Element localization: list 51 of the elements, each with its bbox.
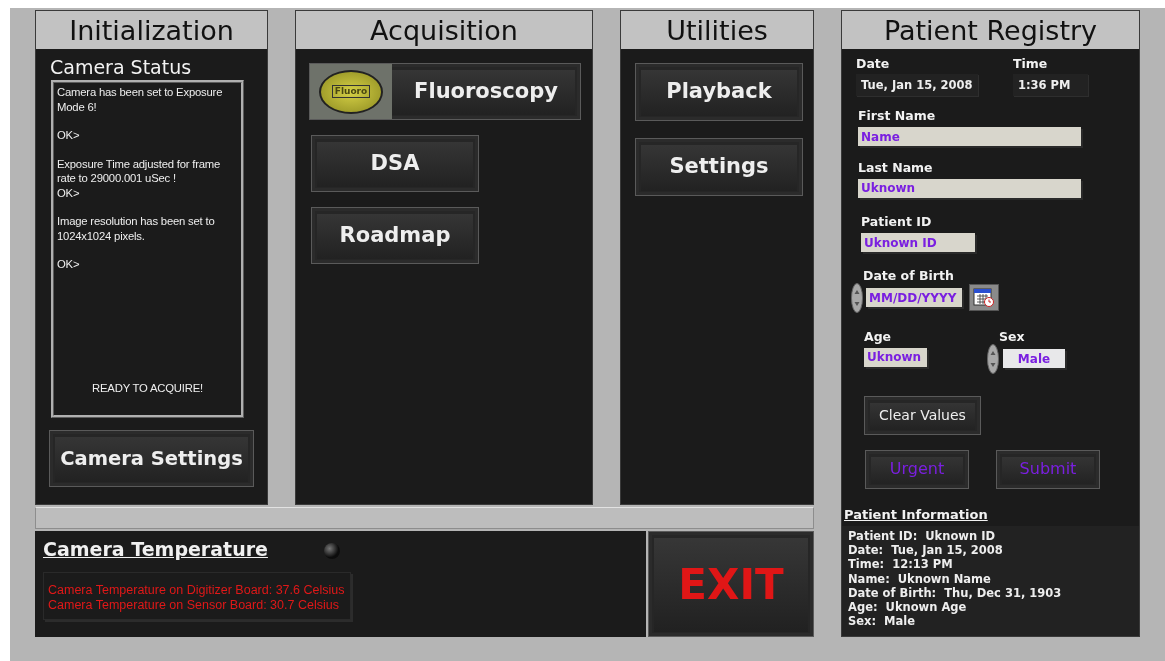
utility-button[interactable]: Playback <box>635 63 803 121</box>
field-label: Age <box>864 328 893 344</box>
info-line: Date of Birth: Thu, Dec 31, 1903 <box>848 585 1063 600</box>
spinner-button[interactable] <box>987 343 999 374</box>
date-display: Tue, Jan 15, 2008 <box>856 74 978 96</box>
log-line: Camera has been set to Exposure Mode 6! <box>57 85 224 114</box>
text-field[interactable]: Name <box>858 127 1081 146</box>
text-field[interactable]: Uknown ID <box>861 233 975 252</box>
time-display: 1:36 PM <box>1013 74 1088 96</box>
camera-settings-button[interactable]: Camera Settings <box>49 430 254 487</box>
info-line: Age: Uknown Age <box>848 600 968 615</box>
log-line: OK> <box>57 185 81 200</box>
utility-button[interactable]: Settings <box>635 138 803 196</box>
panel-title: Initialization <box>36 11 267 49</box>
info-line: Name: Uknown Name <box>848 571 992 586</box>
log-line: Exposure Time adjusted for frame rate to 29000.001 uSec ! <box>57 156 222 186</box>
field-label: Sex <box>999 328 1026 344</box>
mode-button[interactable]: DSA <box>311 135 479 192</box>
field-label: Date <box>856 56 891 71</box>
calendar-button[interactable] <box>969 284 999 311</box>
log-line: OK> <box>57 128 81 143</box>
date-field[interactable]: MM/DD/YYYY <box>866 288 962 307</box>
text-field[interactable]: Uknown <box>858 178 1081 198</box>
panel-title: Acquisition <box>296 11 592 49</box>
mode-button[interactable]: Fluoro Fluoroscopy <box>309 63 581 120</box>
exit-button[interactable]: EXIT <box>648 531 814 637</box>
log-line: OK> <box>57 257 81 272</box>
field-label: Date of Birth <box>863 267 955 283</box>
form-button[interactable]: Clear Values <box>864 395 981 435</box>
info-line: Time: 12:13 PM <box>848 557 954 572</box>
text-field[interactable]: Uknown <box>864 347 927 367</box>
field-label: First Name <box>858 108 937 123</box>
panel-title: Utilities <box>621 11 813 49</box>
status-label: Camera Status <box>50 55 193 79</box>
temperature-reading: Camera Temperature on Digitizer Board: 37.6 Celsius <box>48 582 345 598</box>
spinner-button[interactable] <box>851 282 863 313</box>
field-label: Last Name <box>858 159 934 175</box>
section-heading: Camera Temperature <box>43 537 268 562</box>
fluoro-icon: Fluoro <box>310 64 392 119</box>
section-heading: Patient Information <box>844 505 988 524</box>
panel-title: Patient Registry <box>842 11 1139 49</box>
ready-message: READY TO ACQUIRE! <box>91 380 204 395</box>
field-label: Time <box>1013 56 1049 71</box>
log-line: Image resolution has been set to 1024x1024 pixels. <box>57 214 216 243</box>
info-line: Sex: Male <box>848 614 917 629</box>
sex-field[interactable]: Male <box>1003 349 1065 368</box>
field-label: Patient ID <box>861 214 933 229</box>
info-line: Date: Tue, Jan 15, 2008 <box>848 543 1004 558</box>
info-line: Patient ID: Uknown ID <box>848 529 996 544</box>
temperature-reading: Camera Temperature on Sensor Board: 30.7 Celsius <box>48 597 340 613</box>
mode-button[interactable]: Roadmap <box>311 207 479 264</box>
